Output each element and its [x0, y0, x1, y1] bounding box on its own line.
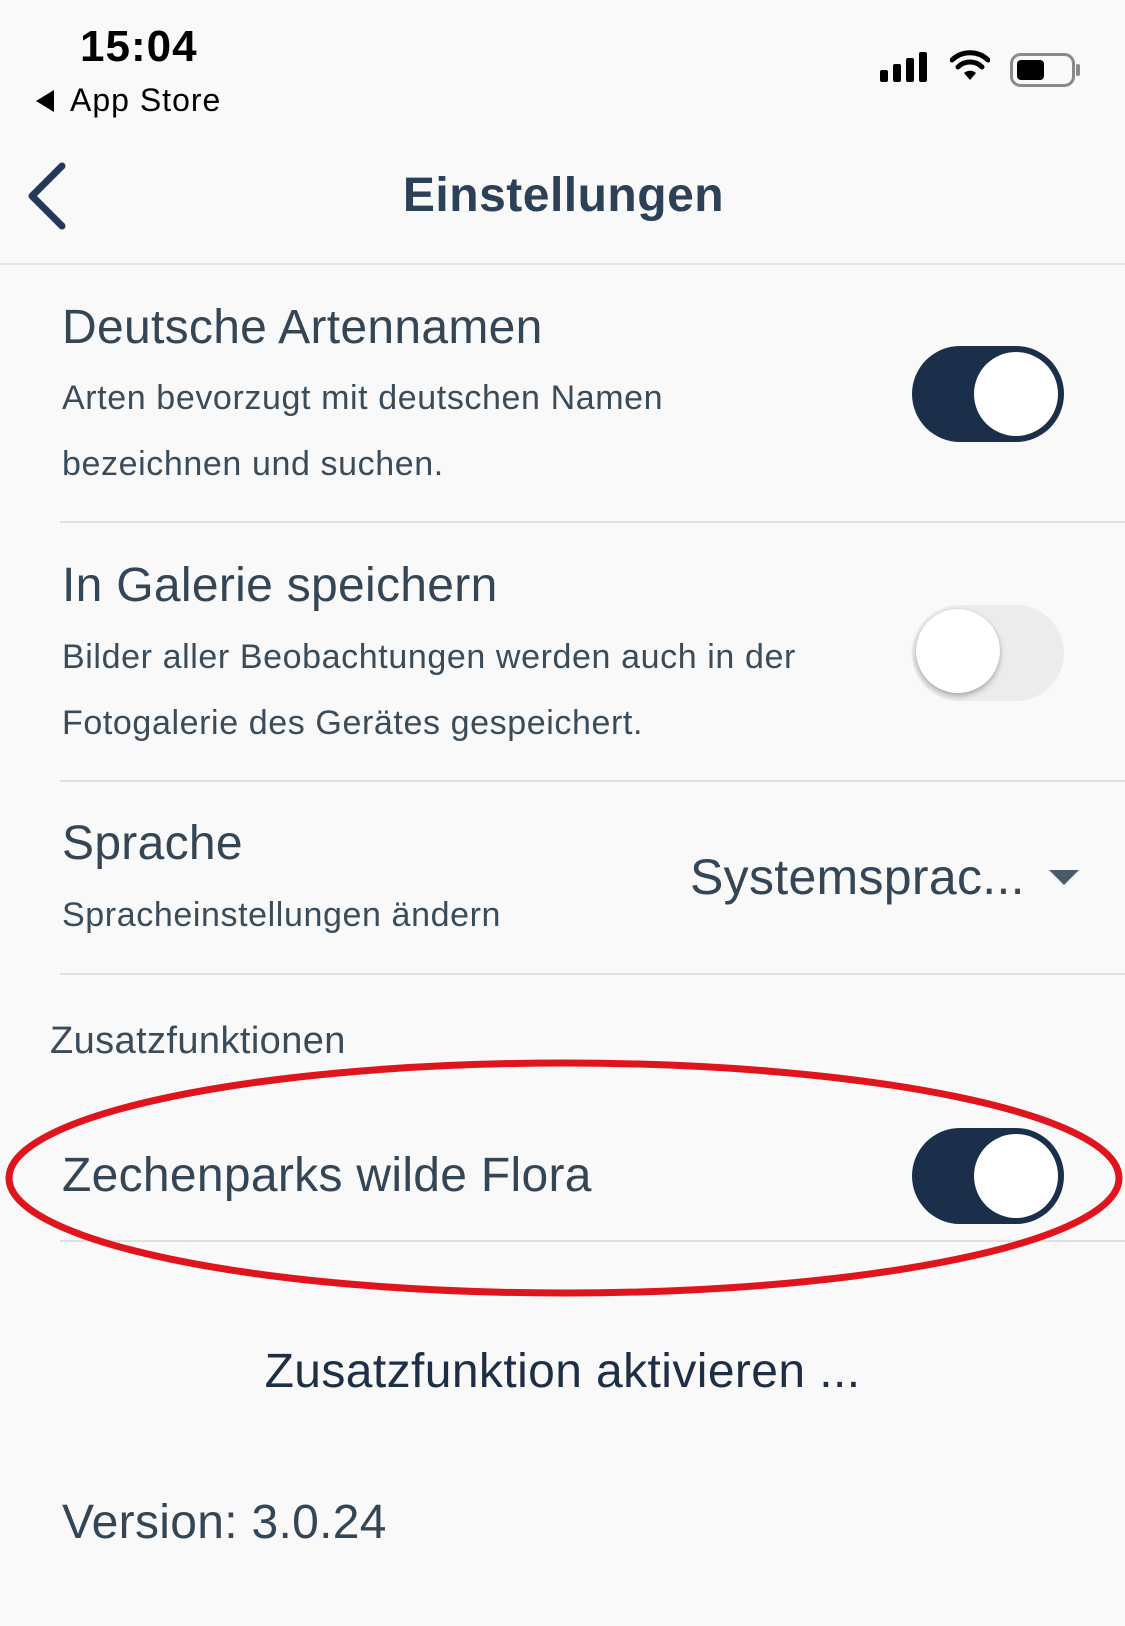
version-text: Version: 3.0.24: [62, 1496, 387, 1549]
gallery-description: Bilder aller Beobachtungen werden auch i…: [62, 638, 796, 742]
gallery-toggle[interactable]: [912, 605, 1064, 701]
divider: [60, 521, 1125, 523]
wifi-icon: [950, 50, 990, 80]
language-select-value: Systemsprac...: [690, 849, 1025, 905]
section-label-extras: Zusatzfunktionen: [50, 1020, 346, 1062]
status-time: 15:04: [80, 22, 198, 71]
language-select[interactable]: Systemsprac...: [690, 848, 1079, 906]
german-names-toggle[interactable]: [912, 346, 1064, 442]
back-to-app-store[interactable]: App Store: [36, 82, 221, 119]
header-divider: [0, 263, 1125, 265]
extras-item-toggle[interactable]: [912, 1128, 1064, 1224]
extras-item-title: Zechenparks wilde Flora: [62, 1149, 592, 1202]
divider: [60, 1240, 1125, 1242]
toggle-knob: [974, 1134, 1058, 1218]
back-to-app-label: App Store: [70, 82, 222, 118]
signal-icon: [880, 52, 927, 82]
back-triangle-icon: [36, 89, 54, 112]
battery-icon: [1010, 53, 1080, 87]
language-title: Sprache: [62, 817, 243, 870]
dropdown-arrow-icon: [1048, 869, 1079, 885]
toggle-knob: [916, 609, 1000, 693]
activate-extras-button[interactable]: Zusatzfunktion aktivieren ...: [0, 1344, 1125, 1399]
toggle-knob: [974, 352, 1058, 436]
page-title: Einstellungen: [402, 169, 725, 222]
german-names-description: Arten bevorzugt mit deutschen Namen beze…: [62, 379, 664, 483]
gallery-title: In Galerie speichern: [62, 559, 498, 612]
divider: [60, 973, 1125, 975]
german-names-title: Deutsche Artennamen: [62, 301, 543, 354]
divider: [60, 780, 1125, 782]
